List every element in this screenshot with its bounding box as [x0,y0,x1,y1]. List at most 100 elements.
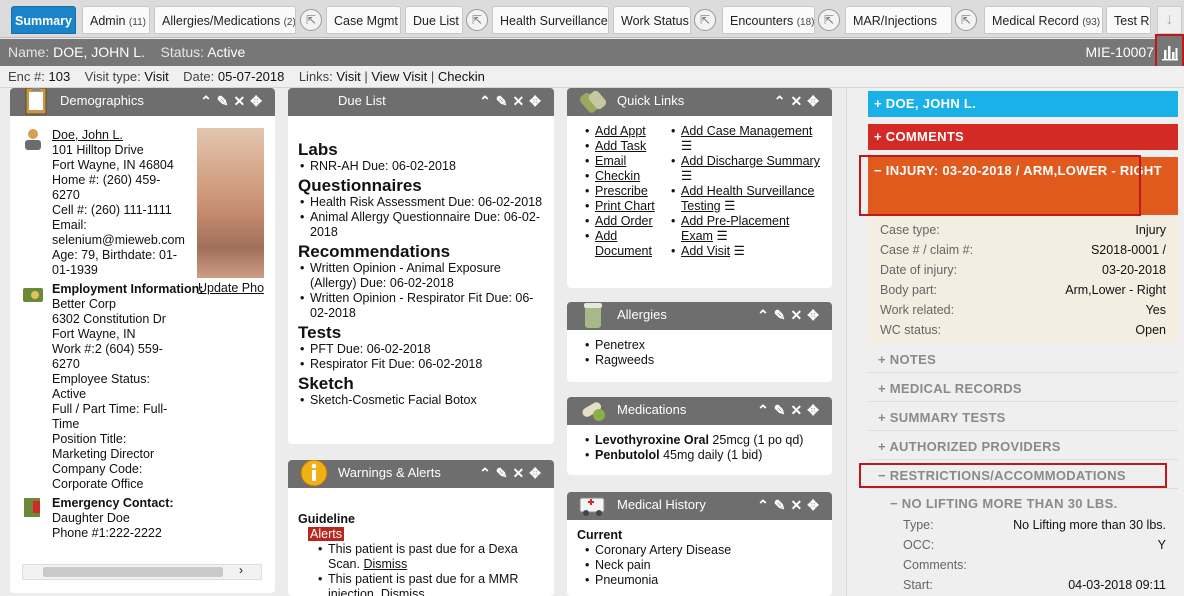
employment-line: Employee Status: [52,372,150,386]
move-icon[interactable]: ✥ [807,307,824,323]
tab-summary[interactable]: Summary [11,6,76,34]
tab-work-status[interactable]: Work Status [613,6,691,34]
close-icon[interactable]: ✕ [234,93,251,109]
move-icon[interactable]: ✥ [807,93,824,109]
external-link-icon[interactable]: ⇱ [955,9,977,31]
scroll-right-icon[interactable]: › [239,563,243,577]
list-icon[interactable]: ☰ [681,169,692,183]
add-visit-link[interactable]: Add Visit [681,244,730,258]
tab-due-list[interactable]: Due List [405,6,463,34]
prescribe-link[interactable]: Prescribe [595,184,648,198]
widget-controls: ⌃✎✕✥ [757,397,824,423]
enc-number: 103 [48,69,71,84]
tab-medical-record[interactable]: Medical Record (93) [984,6,1103,34]
collapse-icon[interactable]: ⌃ [479,465,496,481]
edit-icon[interactable]: ✎ [217,93,234,109]
medication-name: Penbutolol [595,448,660,462]
link-checkin[interactable]: Checkin [438,69,485,84]
link-visit[interactable]: Visit [336,69,360,84]
widget-title: Allergies [617,307,667,322]
edit-icon[interactable]: ✎ [774,402,791,418]
warnings-widget: Warnings & Alerts ⌃✎✕✥ Guideline Alerts … [288,460,554,596]
patient-bar[interactable]: + DOE, JOHN L. [868,91,1178,117]
tab-allergies-medications[interactable]: Allergies/Medications (2) [154,6,296,34]
edit-icon[interactable]: ✎ [496,465,513,481]
close-icon[interactable]: ✕ [513,465,530,481]
field-value: Arm,Lower - Right [1065,283,1166,297]
add-document-link[interactable]: Add Document [595,229,652,258]
horizontal-scrollbar[interactable]: ‹ › [22,563,262,580]
move-icon[interactable]: ✥ [250,93,267,109]
authorized-providers-section[interactable]: + AUTHORIZED PROVIDERS [868,434,1178,460]
tab-test-results[interactable]: Test R [1106,6,1151,34]
dismiss-link[interactable]: Dismiss [363,557,407,571]
add-order-link[interactable]: Add Order [595,214,653,228]
collapse-icon[interactable]: ⌃ [757,402,774,418]
add-task-link[interactable]: Add Task [595,139,646,153]
encounter-bar: Enc #: 103 Visit type: Visit Date: 05-07… [0,66,1184,88]
move-icon[interactable]: ✥ [807,402,824,418]
move-icon[interactable]: ✥ [529,93,546,109]
add-pre-placement-link[interactable]: Add Pre-Placement Exam [681,214,789,243]
tab-label: Admin [90,14,126,28]
tab-count: (93) [1082,17,1101,28]
close-icon[interactable]: ✕ [791,497,808,513]
list-icon[interactable]: ☰ [681,139,692,153]
email-link[interactable]: Email [595,154,626,168]
tab-case-mgmt[interactable]: Case Mgmt [326,6,401,34]
close-icon[interactable]: ✕ [791,402,808,418]
tab-health-surveillance[interactable]: Health Surveillance [492,6,609,34]
dismiss-link[interactable]: Dismiss [381,587,425,596]
close-icon[interactable]: ✕ [791,307,808,323]
scroll-down-arrow-icon[interactable]: ↓ [1157,6,1182,34]
edit-icon[interactable]: ✎ [496,93,513,109]
field-label: OCC: [903,538,935,552]
medication-item: Penbutolol 45mg daily (1 bid) [583,448,822,463]
tab-encounters[interactable]: Encounters (18) [722,6,815,34]
widget-header: Medical History ⌃✎✕✥ [567,492,832,520]
comments-bar[interactable]: + COMMENTS [868,124,1178,150]
add-discharge-summary-link[interactable]: Add Discharge Summary [681,154,820,168]
move-icon[interactable]: ✥ [807,497,824,513]
external-link-icon[interactable]: ⇱ [818,9,840,31]
field-label: Work related: [880,303,955,317]
field-value: S2018-0001 / [1090,243,1166,257]
notes-section[interactable]: + NOTES [868,347,1178,373]
medications-widget: Medications ⌃✎✕✥ Levothyroxine Oral 25mc… [567,397,832,475]
list-icon[interactable]: ☰ [724,199,735,213]
bar-chart-button[interactable] [1155,34,1184,70]
list-icon[interactable]: ☰ [716,229,727,243]
collapse-icon[interactable]: ⌃ [200,93,217,109]
add-appt-link[interactable]: Add Appt [595,124,646,138]
scrollbar-thumb[interactable] [43,567,223,577]
collapse-icon[interactable]: ⌃ [757,307,774,323]
print-chart-link[interactable]: Print Chart [595,199,655,213]
close-icon[interactable]: ✕ [513,93,530,109]
tab-admin[interactable]: Admin (11) [82,6,150,34]
summary-tests-section[interactable]: + SUMMARY TESTS [868,405,1178,431]
collapse-icon[interactable]: ⌃ [774,93,791,109]
add-health-surveillance-link[interactable]: Add Health Surveillance Testing [681,184,814,213]
widget-header: Medications ⌃✎✕✥ [567,397,832,425]
list-icon[interactable]: ☰ [734,244,745,258]
move-icon[interactable]: ✥ [529,465,546,481]
widget-controls: ⌃✎✕✥ [479,88,546,114]
external-link-icon[interactable]: ⇱ [300,9,322,31]
update-photo-link[interactable]: Update Pho [198,281,265,295]
external-link-icon[interactable]: ⇱ [466,9,488,31]
emergency-contact: Emergency Contact: Daughter Doe Phone #1… [20,496,265,541]
external-link-icon[interactable]: ⇱ [694,9,716,31]
tab-mar-injections[interactable]: MAR/Injections [845,6,952,34]
due-item: Animal Allergy Questionnaire Due: 06-02-… [298,210,544,240]
collapse-icon[interactable]: ⌃ [479,93,496,109]
link-view-visit[interactable]: View Visit [371,69,427,84]
edit-icon[interactable]: ✎ [774,497,791,513]
edit-icon[interactable]: ✎ [774,307,791,323]
collapse-icon[interactable]: ⌃ [757,497,774,513]
checkin-link[interactable]: Checkin [595,169,640,183]
medical-records-section[interactable]: + MEDICAL RECORDS [868,376,1178,402]
restriction-item[interactable]: − NO LIFTING MORE THAN 30 LBS. [882,491,1178,517]
add-case-management-link[interactable]: Add Case Management [681,124,812,138]
employment-line: Fort Wayne, IN [52,327,136,341]
close-icon[interactable]: ✕ [791,93,808,109]
